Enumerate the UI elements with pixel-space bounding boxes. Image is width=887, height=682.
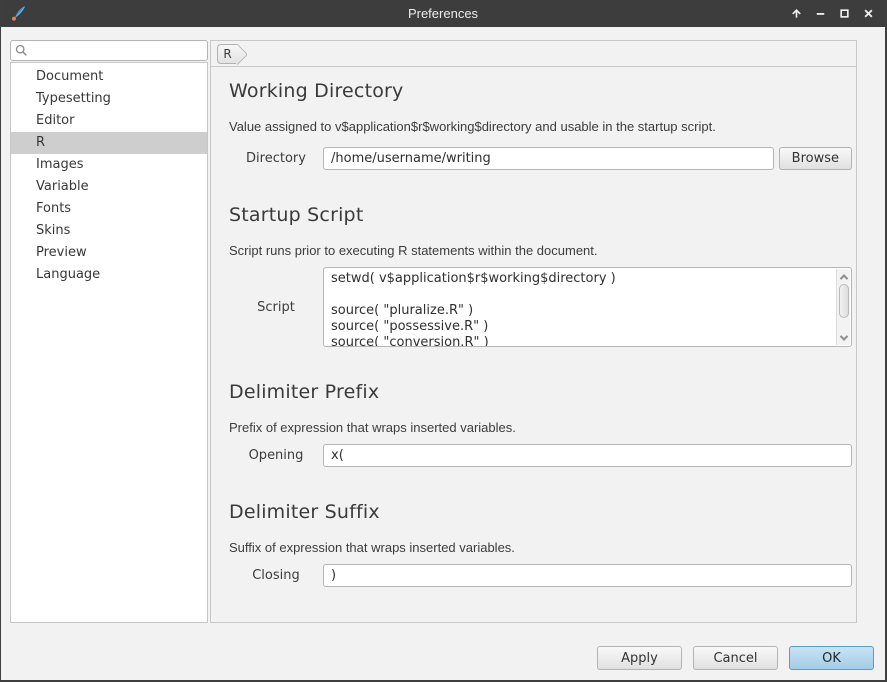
script-row: Script setwd( v$application$r$working$di… <box>229 267 852 347</box>
sidebar-item-fonts[interactable]: Fonts <box>11 198 207 220</box>
sidebar-item-preview[interactable]: Preview <box>11 242 207 264</box>
sidebar-search-box[interactable] <box>10 40 208 61</box>
breadcrumb: R <box>211 41 856 67</box>
cancel-button[interactable]: Cancel <box>693 646 778 670</box>
shade-window-icon[interactable] <box>788 5 805 22</box>
minimize-window-icon[interactable] <box>812 5 829 22</box>
preferences-category-list: Document Typesetting Editor R Images Var… <box>10 62 208 623</box>
closing-label: Closing <box>229 568 323 583</box>
section-desc-startup-script: Script runs prior to executing R stateme… <box>229 243 852 259</box>
preferences-window: Preferences Documen <box>0 0 887 682</box>
script-label: Script <box>229 300 323 315</box>
opening-row: Opening <box>229 444 852 467</box>
section-title-delimiter-prefix: Delimiter Prefix <box>229 380 852 404</box>
search-icon <box>15 44 28 57</box>
settings-panel: R Working Directory Value assigned to v$… <box>210 40 857 623</box>
section-title-delimiter-suffix: Delimiter Suffix <box>229 500 852 524</box>
sidebar-item-document[interactable]: Document <box>11 66 207 88</box>
section-desc-delimiter-prefix: Prefix of expression that wraps inserted… <box>229 420 852 436</box>
section-title-startup-script: Startup Script <box>229 203 852 227</box>
sidebar-item-r[interactable]: R <box>11 132 207 154</box>
directory-label: Directory <box>229 151 323 166</box>
sidebar-item-editor[interactable]: Editor <box>11 110 207 132</box>
opening-label: Opening <box>229 448 323 463</box>
scrollbar-down-icon[interactable] <box>837 331 850 344</box>
dialog-body: Document Typesetting Editor R Images Var… <box>1 27 885 680</box>
closing-delimiter-input[interactable] <box>323 564 852 587</box>
section-desc-delimiter-suffix: Suffix of expression that wraps inserted… <box>229 540 852 556</box>
close-window-icon[interactable] <box>860 5 877 22</box>
breadcrumb-r-tab[interactable]: R <box>217 44 237 64</box>
dialog-buttons: Apply Cancel OK <box>597 646 874 670</box>
section-desc-working-directory: Value assigned to v$application$r$workin… <box>229 119 852 135</box>
titlebar[interactable]: Preferences <box>1 0 885 27</box>
browse-button[interactable]: Browse <box>779 147 852 170</box>
scrollbar-thumb[interactable] <box>839 284 849 318</box>
section-title-working-directory: Working Directory <box>229 79 852 103</box>
closing-row: Closing <box>229 564 852 587</box>
apply-button[interactable]: Apply <box>597 646 682 670</box>
settings-form: Working Directory Value assigned to v$ap… <box>211 67 856 587</box>
window-title: Preferences <box>1 6 885 21</box>
search-input[interactable] <box>28 42 207 59</box>
directory-input[interactable] <box>323 147 774 170</box>
window-controls <box>788 0 877 27</box>
script-scrollbar[interactable] <box>836 269 850 345</box>
directory-row: Directory Browse <box>229 147 852 170</box>
script-textarea[interactable]: setwd( v$application$r$working$directory… <box>324 268 836 346</box>
sidebar-item-images[interactable]: Images <box>11 154 207 176</box>
scrollbar-up-icon[interactable] <box>837 270 850 283</box>
script-field[interactable]: setwd( v$application$r$working$directory… <box>323 267 852 347</box>
maximize-window-icon[interactable] <box>836 5 853 22</box>
opening-delimiter-input[interactable] <box>323 444 852 467</box>
ok-button[interactable]: OK <box>789 646 874 670</box>
sidebar-item-language[interactable]: Language <box>11 264 207 286</box>
sidebar-item-skins[interactable]: Skins <box>11 220 207 242</box>
sidebar-item-typesetting[interactable]: Typesetting <box>11 88 207 110</box>
sidebar-item-variable[interactable]: Variable <box>11 176 207 198</box>
